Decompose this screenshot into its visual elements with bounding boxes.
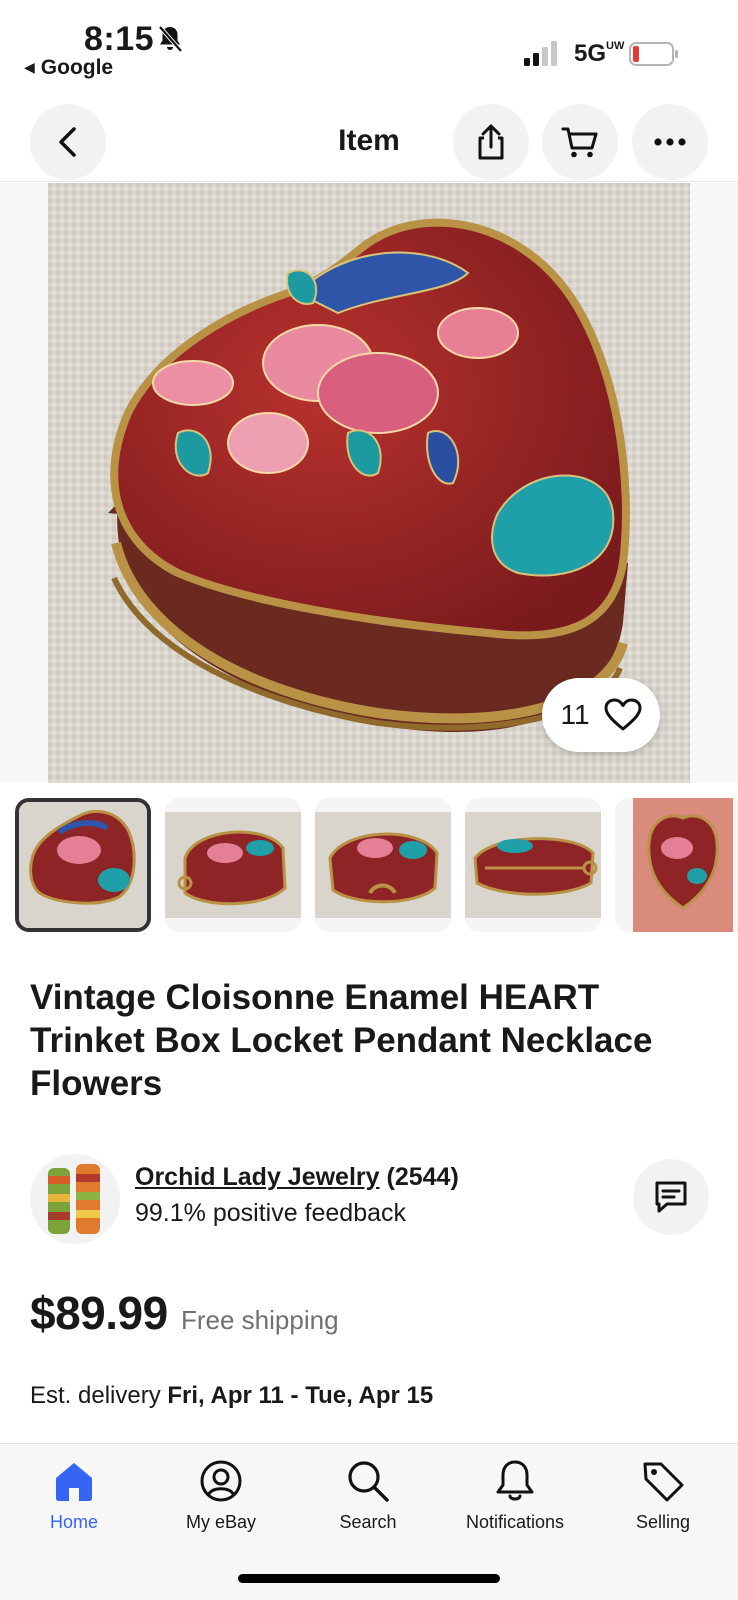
- cart-button[interactable]: [542, 104, 618, 180]
- tab-notifications-label: Notifications: [465, 1512, 565, 1532]
- message-icon: [655, 1181, 687, 1213]
- item-price: $89.99: [30, 1287, 168, 1339]
- search-icon: [348, 1461, 389, 1502]
- bell-muted-icon: [158, 25, 183, 53]
- tag-icon: [643, 1462, 684, 1502]
- battery-icon: [629, 42, 678, 66]
- user-icon: [200, 1460, 242, 1502]
- tab-my-ebay-label: My eBay: [185, 1512, 257, 1532]
- thumbnail-2[interactable]: [165, 798, 301, 932]
- delivery-prefix: Est. delivery: [30, 1382, 161, 1409]
- seller-avatar[interactable]: [30, 1154, 120, 1244]
- network-indicator: 5GUW: [574, 40, 624, 68]
- tab-selling[interactable]: Selling: [589, 1458, 737, 1533]
- seller-score: (2544): [386, 1163, 459, 1191]
- tab-notifications[interactable]: Notifications: [441, 1458, 589, 1533]
- tab-selling-label: Selling: [635, 1512, 691, 1532]
- signal-icon: [524, 41, 557, 66]
- tab-home[interactable]: Home: [0, 1458, 148, 1533]
- shipping-info: Free shipping: [181, 1305, 339, 1335]
- share-icon: [478, 124, 504, 160]
- back-to-app-link[interactable]: ◀ Google: [24, 56, 113, 80]
- item-header: Item: [0, 100, 738, 182]
- network-label: 5G: [574, 40, 607, 67]
- back-button[interactable]: [30, 104, 106, 180]
- back-chevron-icon: [59, 127, 76, 157]
- home-indicator: [238, 1574, 500, 1583]
- tab-my-ebay[interactable]: My eBay: [147, 1458, 295, 1533]
- back-triangle-icon: ◀: [24, 59, 35, 75]
- seller-info: Orchid Lady Jewelry (2544): [135, 1163, 459, 1192]
- contact-seller-button[interactable]: [633, 1159, 709, 1235]
- network-sup: UW: [606, 40, 625, 52]
- heart-icon: [604, 698, 642, 731]
- seller-name-link[interactable]: Orchid Lady Jewelry: [135, 1163, 380, 1191]
- seller-feedback: 99.1% positive feedback: [135, 1199, 407, 1227]
- tab-home-label: Home: [49, 1512, 98, 1532]
- more-options-button[interactable]: [632, 104, 708, 180]
- thumbnail-1[interactable]: [15, 798, 151, 932]
- watch-button[interactable]: 11: [542, 678, 660, 752]
- cart-icon: [561, 127, 598, 158]
- home-icon: [56, 1463, 92, 1501]
- image-gallery[interactable]: 11: [0, 183, 738, 783]
- estimated-delivery: Est. delivery Fri, Apr 11 - Tue, Apr 15: [30, 1382, 433, 1410]
- bell-icon: [496, 1460, 534, 1501]
- page-title: Item: [338, 124, 400, 157]
- watch-count: 11: [560, 699, 590, 730]
- thumbnail-4[interactable]: [465, 798, 601, 932]
- tab-search-label: Search: [339, 1512, 397, 1532]
- thumbnail-3[interactable]: [315, 798, 451, 932]
- status-time: 8:15: [84, 20, 155, 58]
- thumbnail-5[interactable]: [615, 798, 738, 932]
- delivery-range: Fri, Apr 11 - Tue, Apr 15: [167, 1382, 434, 1409]
- listing-title: Vintage Cloisonne Enamel HEART Trinket B…: [30, 978, 653, 1103]
- tab-search[interactable]: Search: [294, 1458, 442, 1533]
- share-button[interactable]: [453, 104, 529, 180]
- thumbnail-strip: [0, 796, 738, 934]
- back-app-label: Google: [40, 56, 114, 79]
- status-bar: 8:15 ◀ Google 5GUW: [0, 0, 738, 92]
- more-icon: [654, 138, 686, 146]
